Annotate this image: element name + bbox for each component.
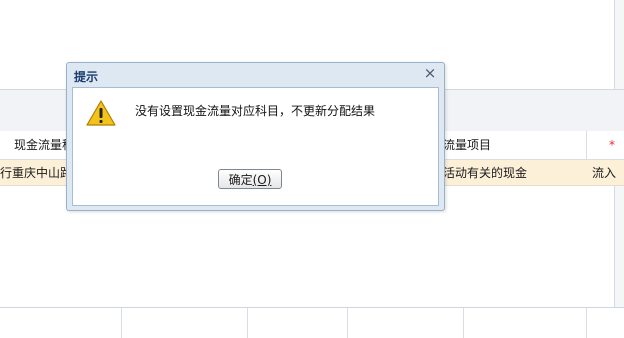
warning-icon bbox=[85, 99, 117, 127]
footer-column-divider bbox=[463, 308, 464, 338]
dialog-title: 提示 bbox=[74, 70, 99, 84]
footer-column-divider bbox=[121, 308, 122, 338]
alert-dialog: 提示 × 没有设置现金流量对应科目，不更新分配结果 确定(O) bbox=[66, 62, 445, 211]
footer-column-divider bbox=[586, 308, 587, 338]
footer-column-divider bbox=[247, 308, 248, 338]
row-flow-item-cell: 活动有关的现金 bbox=[443, 166, 528, 180]
close-icon[interactable]: × bbox=[422, 65, 438, 81]
dialog-message: 没有设置现金流量对应科目，不更新分配结果 bbox=[135, 104, 376, 118]
ok-button-shortcut: (O) bbox=[252, 173, 272, 187]
dialog-body: 没有设置现金流量对应科目，不更新分配结果 确定(O) bbox=[72, 87, 439, 206]
required-asterisk: * bbox=[609, 138, 615, 152]
row-account-cell: 行重庆中山路 bbox=[0, 166, 73, 180]
ok-button[interactable]: 确定(O) bbox=[218, 169, 282, 189]
footer-grid bbox=[0, 307, 624, 338]
ok-button-label: 确定 bbox=[228, 173, 253, 187]
grid-header-flow-item: 流量项目 bbox=[443, 138, 492, 152]
footer-column-divider bbox=[347, 308, 348, 338]
grid-header-cash-flow-account: 现金流量科 bbox=[14, 138, 75, 152]
row-direction-cell: 流入 bbox=[592, 166, 617, 180]
